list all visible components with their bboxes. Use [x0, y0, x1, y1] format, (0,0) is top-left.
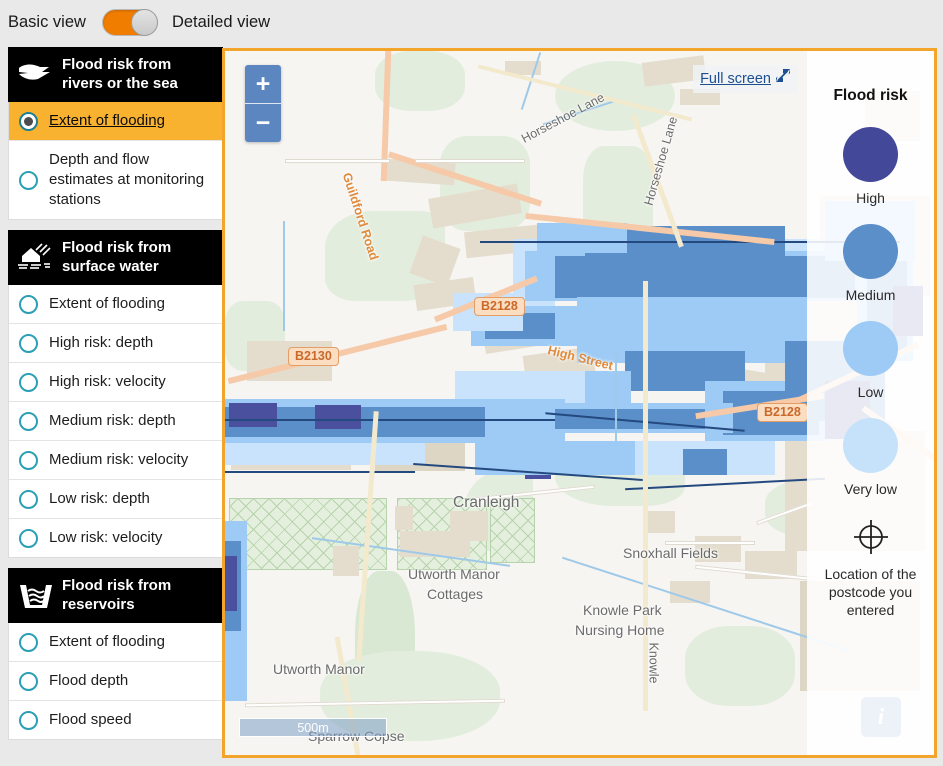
radio-icon	[19, 710, 38, 730]
river-sea-icon	[16, 59, 56, 89]
radio-icon	[19, 528, 38, 548]
option-reservoirs-extent-of-flooding[interactable]: Extent of flooding	[9, 623, 222, 662]
view-mode-toggle[interactable]	[101, 8, 158, 36]
legend-item-medium: Medium	[807, 224, 934, 304]
option-label: Extent of flooding	[49, 633, 165, 650]
legend-location-caption: Location of the postcode you entered	[824, 566, 917, 618]
scale-label: 500m	[297, 720, 329, 735]
toggle-knob	[130, 8, 158, 36]
map-label-utworth-manor: Utworth Manor	[273, 661, 365, 677]
option-label: Medium risk: velocity	[49, 451, 189, 468]
map-label-snoxhall-fields: Snoxhall Fields	[623, 545, 718, 561]
map-legend: Flood risk High Medium Low Very low Loca…	[807, 51, 934, 755]
radio-icon	[19, 372, 38, 392]
option-label: Medium risk: depth	[49, 412, 176, 429]
option-label: Low risk: velocity	[49, 529, 163, 546]
zoom-in-button[interactable]: +	[245, 65, 281, 104]
option-surface-high-risk-velocity[interactable]: High risk: velocity	[9, 363, 222, 402]
view-mode-bar: Basic view Detailed view	[0, 0, 943, 44]
option-surface-high-risk-depth[interactable]: High risk: depth	[9, 324, 222, 363]
flood-risk-map-page: Basic view Detailed view Flood risk from…	[0, 0, 943, 766]
option-list-rivers-sea: Extent of flooding Depth and flow estima…	[8, 102, 223, 220]
group-title-surface-water: Flood risk from surface water	[62, 239, 172, 275]
option-surface-extent-of-flooding[interactable]: Extent of flooding	[9, 285, 222, 324]
fullscreen-button[interactable]: Full screen	[693, 65, 798, 93]
expand-arrows-icon	[775, 68, 791, 89]
option-surface-low-risk-depth[interactable]: Low risk: depth	[9, 480, 222, 519]
reservoir-icon	[16, 580, 56, 610]
layer-group-reservoirs: Flood risk from reservoirs Extent of flo…	[8, 568, 223, 740]
option-surface-medium-risk-depth[interactable]: Medium risk: depth	[9, 402, 222, 441]
map-label-cranleigh: Cranleigh	[453, 494, 520, 511]
option-label: High risk: velocity	[49, 373, 166, 390]
map-label-knowle: Knowle	[646, 642, 661, 684]
map-frame: Cranleigh Snoxhall Fields Utworth Manor …	[222, 48, 937, 758]
legend-swatch-very-low	[843, 418, 898, 473]
legend-swatch-high	[843, 127, 898, 182]
radio-icon	[19, 450, 38, 470]
map-label-knowle-park-line1: Knowle Park	[583, 602, 662, 618]
legend-swatch-low	[843, 321, 898, 376]
surface-water-house-icon	[16, 242, 56, 272]
radio-icon	[19, 333, 38, 353]
zoom-controls: + −	[245, 65, 281, 142]
radio-icon	[19, 294, 38, 314]
radio-icon	[19, 671, 38, 691]
road-shield-b2128-north: B2128	[474, 297, 525, 316]
option-rivers-extent-of-flooding[interactable]: Extent of flooding	[9, 102, 222, 141]
road-shield-b2128-east: B2128	[757, 403, 808, 422]
option-label: Depth and flow estimates at monitoring s…	[49, 151, 205, 208]
option-label: Flood speed	[49, 711, 132, 728]
map-scale-bar: 500m	[239, 718, 387, 737]
option-reservoirs-flood-speed[interactable]: Flood speed	[9, 701, 222, 739]
legend-swatch-medium	[843, 224, 898, 279]
legend-label-high: High	[856, 190, 885, 206]
group-title-rivers-sea: Flood risk from rivers or the sea	[62, 56, 178, 92]
option-rivers-depth-flow-estimates[interactable]: Depth and flow estimates at monitoring s…	[9, 141, 222, 219]
detailed-view-label: Detailed view	[171, 12, 271, 31]
radio-icon	[19, 111, 38, 131]
zoom-out-button[interactable]: −	[245, 104, 281, 142]
option-surface-medium-risk-velocity[interactable]: Medium risk: velocity	[9, 441, 222, 480]
option-label: Flood depth	[49, 672, 129, 689]
group-title-reservoirs: Flood risk from reservoirs	[62, 577, 172, 613]
option-label: Low risk: depth	[49, 490, 150, 507]
map-label-knowle-park-line2: Nursing Home	[575, 622, 665, 638]
legend-item-high: High	[807, 127, 934, 207]
option-label: Extent of flooding	[49, 112, 165, 129]
legend-item-very-low: Very low	[807, 418, 934, 498]
radio-icon	[19, 170, 38, 190]
radio-icon	[19, 489, 38, 509]
layer-sidebar: Flood risk from rivers or the sea Extent…	[8, 47, 223, 750]
legend-item-low: Low	[807, 321, 934, 401]
legend-label-medium: Medium	[845, 287, 896, 303]
map-canvas[interactable]: Cranleigh Snoxhall Fields Utworth Manor …	[225, 51, 934, 755]
radio-icon	[19, 632, 38, 652]
map-label-utworth-manor-cottages-line1: Utworth Manor	[408, 566, 500, 582]
legend-title: Flood risk	[833, 87, 908, 104]
layer-group-rivers-sea: Flood risk from rivers or the sea Extent…	[8, 47, 223, 220]
option-list-reservoirs: Extent of flooding Flood depth Flood spe…	[8, 623, 223, 740]
group-header-rivers-sea: Flood risk from rivers or the sea	[8, 47, 223, 102]
option-reservoirs-flood-depth[interactable]: Flood depth	[9, 662, 222, 701]
radio-icon	[19, 411, 38, 431]
option-label: Extent of flooding	[49, 295, 165, 312]
layer-group-surface-water: Flood risk from surface water Extent of …	[8, 230, 223, 558]
option-label: High risk: depth	[49, 334, 154, 351]
crosshair-icon	[849, 515, 893, 559]
option-list-surface-water: Extent of flooding High risk: depth High…	[8, 285, 223, 558]
group-header-surface-water: Flood risk from surface water	[8, 230, 223, 285]
legend-label-very-low: Very low	[844, 481, 897, 497]
group-header-reservoirs: Flood risk from reservoirs	[8, 568, 223, 623]
fullscreen-label: Full screen	[700, 70, 771, 87]
option-surface-low-risk-velocity[interactable]: Low risk: velocity	[9, 519, 222, 557]
road-shield-b2130: B2130	[288, 347, 339, 366]
map-label-utworth-manor-cottages-line2: Cottages	[427, 586, 484, 602]
legend-label-low: Low	[857, 384, 884, 400]
basic-view-label: Basic view	[8, 12, 86, 31]
